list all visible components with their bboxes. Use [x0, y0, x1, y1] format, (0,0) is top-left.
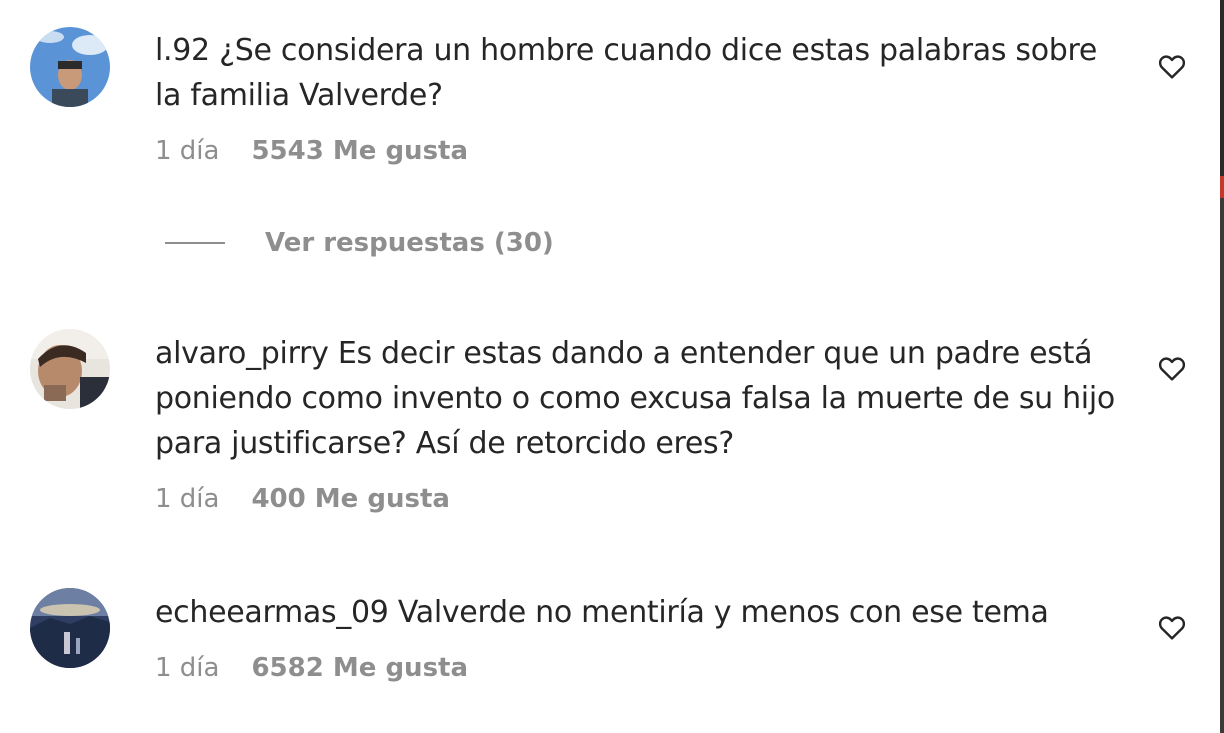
comment-likes[interactable]: 5543 Me gusta: [251, 136, 468, 166]
avatar-landscape-icon: [30, 588, 110, 668]
comment-text: alvaro_pirry Es decir estas dando a ente…: [155, 331, 1115, 466]
avatar[interactable]: [30, 27, 110, 107]
comment-time[interactable]: 1 día: [155, 484, 219, 514]
replies-divider: [165, 242, 225, 244]
view-replies-button[interactable]: Ver respuestas (30): [165, 228, 554, 258]
comment-likes[interactable]: 400 Me gusta: [251, 484, 449, 514]
heart-icon[interactable]: [1156, 611, 1188, 643]
heart-icon[interactable]: [1156, 50, 1188, 82]
comment-text: echeearmas_09 Valverde no mentiría y men…: [155, 590, 1115, 635]
comment-username[interactable]: alvaro_pirry: [155, 336, 329, 371]
comment-time[interactable]: 1 día: [155, 136, 219, 166]
comment-body: Valverde no mentiría y menos con ese tem…: [397, 595, 1049, 630]
comment-username[interactable]: echeearmas_09: [155, 595, 389, 630]
comment-likes[interactable]: 6582 Me gusta: [251, 653, 468, 683]
avatar-sky-person-icon: [30, 27, 110, 107]
window-edge: [1220, 0, 1224, 733]
comment-time[interactable]: 1 día: [155, 653, 219, 683]
heart-icon[interactable]: [1156, 352, 1188, 384]
avatar[interactable]: [30, 329, 110, 409]
avatar-selfie-icon: [30, 329, 110, 409]
comment-username[interactable]: l.92: [155, 33, 210, 68]
view-replies-label: Ver respuestas (30): [265, 228, 554, 258]
avatar[interactable]: [30, 588, 110, 668]
comment-text: l.92 ¿Se considera un hombre cuando dice…: [155, 28, 1115, 118]
comment-body: ¿Se considera un hombre cuando dice esta…: [155, 33, 1098, 113]
